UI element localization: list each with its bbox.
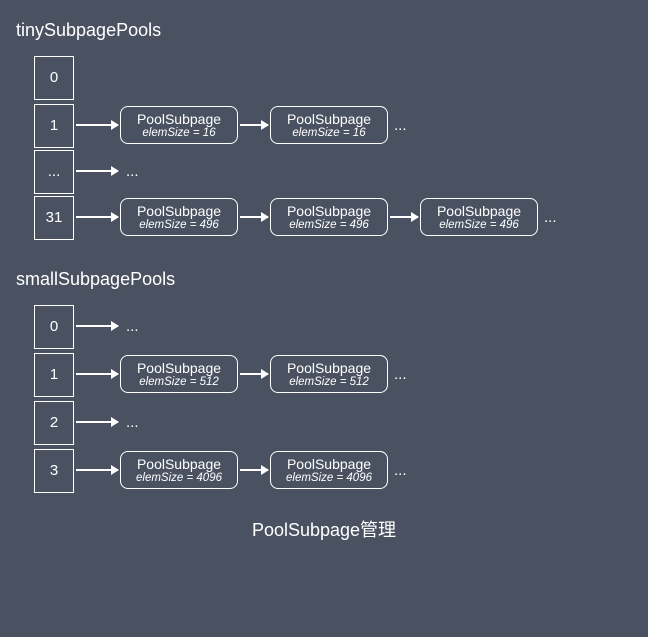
node-title: PoolSubpage [283,203,375,219]
index-cell: 3 [34,449,74,493]
node-subtext: elemSize = 16 [283,127,375,139]
pool-subpage-node: PoolSubpage elemSize = 512 [120,355,238,393]
index-cell: 0 [34,56,74,100]
node-subtext: elemSize = 4096 [283,472,375,484]
pool-subpage-node: PoolSubpage elemSize = 496 [420,198,538,236]
row-small-2: 2 ... [34,398,632,446]
index-cell: 31 [34,196,74,240]
row-small-0: 0 ... [34,302,632,350]
row-small-3: 3 PoolSubpage elemSize = 4096 PoolSubpag… [34,446,632,494]
row-tiny-31: 31 PoolSubpage elemSize = 496 PoolSubpag… [34,193,632,241]
node-subtext: elemSize = 16 [133,127,225,139]
section-title-small: smallSubpagePools [16,269,632,290]
node-title: PoolSubpage [133,203,225,219]
pool-subpage-node: PoolSubpage elemSize = 16 [270,106,388,144]
node-subtext: elemSize = 496 [433,219,525,231]
diagram-caption: PoolSubpage管理 [16,516,632,542]
node-title: PoolSubpage [133,111,225,127]
arrow-icon [76,469,118,471]
index-cell: 1 [34,353,74,397]
node-title: PoolSubpage [283,111,375,127]
pool-subpage-node: PoolSubpage elemSize = 4096 [270,451,388,489]
node-subtext: elemSize = 4096 [133,472,225,484]
arrow-icon [240,373,268,375]
ellipsis: ... [126,414,139,431]
section-title-tiny: tinySubpagePools [16,20,632,41]
pool-subpage-node: PoolSubpage elemSize = 16 [120,106,238,144]
arrow-icon [390,216,418,218]
node-title: PoolSubpage [283,456,375,472]
node-subtext: elemSize = 496 [133,219,225,231]
arrow-icon [240,216,268,218]
index-cell: 2 [34,401,74,445]
pool-subpage-node: PoolSubpage elemSize = 496 [270,198,388,236]
pool-subpage-node: PoolSubpage elemSize = 496 [120,198,238,236]
node-title: PoolSubpage [283,360,375,376]
row-tiny-ellipsis: ... ... [34,149,632,193]
arrow-icon [240,124,268,126]
node-subtext: elemSize = 512 [133,376,225,388]
pool-subpage-node: PoolSubpage elemSize = 4096 [120,451,238,489]
row-tiny-1: 1 PoolSubpage elemSize = 16 PoolSubpage … [34,101,632,149]
arrow-icon [76,124,118,126]
arrow-icon [76,325,118,327]
ellipsis: ... [394,366,407,383]
ellipsis: ... [544,209,557,226]
node-title: PoolSubpage [133,456,225,472]
row-tiny-0: 0 [34,53,632,101]
index-cell: ... [34,150,74,194]
node-subtext: elemSize = 512 [283,376,375,388]
node-title: PoolSubpage [133,360,225,376]
node-title: PoolSubpage [433,203,525,219]
ellipsis: ... [126,318,139,335]
index-cell: 1 [34,104,74,148]
arrow-icon [240,469,268,471]
arrow-icon [76,216,118,218]
ellipsis: ... [126,163,139,180]
ellipsis: ... [394,462,407,479]
arrow-icon [76,421,118,423]
arrow-icon [76,170,118,172]
ellipsis: ... [394,117,407,134]
arrow-icon [76,373,118,375]
row-small-1: 1 PoolSubpage elemSize = 512 PoolSubpage… [34,350,632,398]
pool-subpage-node: PoolSubpage elemSize = 512 [270,355,388,393]
index-cell: 0 [34,305,74,349]
node-subtext: elemSize = 496 [283,219,375,231]
